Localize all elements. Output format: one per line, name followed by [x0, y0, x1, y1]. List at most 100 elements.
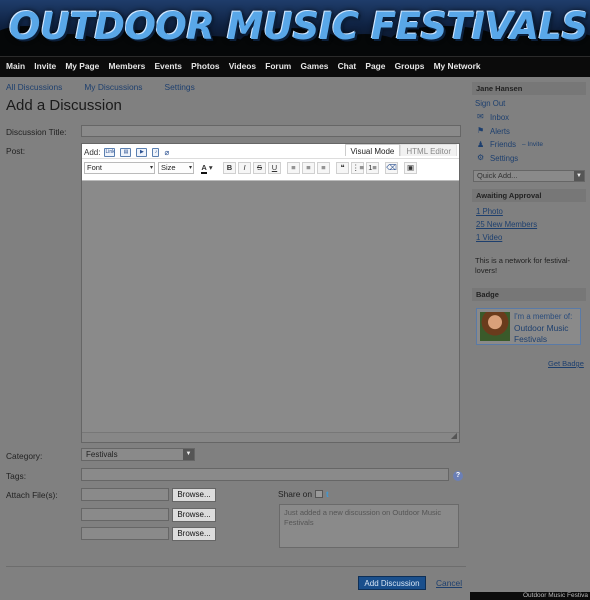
nav-item-groups[interactable]: Groups [395, 57, 425, 76]
sidebar-item-alerts[interactable]: Alerts [490, 127, 510, 136]
site-header: OUTDOOR MUSIC FESTIVALS [0, 0, 590, 56]
remove-format-button[interactable]: ⌫ [385, 161, 398, 174]
badge-network-name: Outdoor Music Festivals [514, 323, 569, 344]
main-navigation: Main Invite My Page Members Events Photos Vide… [0, 56, 590, 77]
quick-add-select[interactable]: Quick Add... ▼ [473, 170, 585, 182]
editor-add-row: Add: Link ▤ ▶ ♪ ⌀ [84, 148, 169, 157]
size-select[interactable]: Size ▾ [158, 161, 194, 174]
add-label: Add: [84, 148, 101, 157]
nav-item-games[interactable]: Games [300, 57, 328, 76]
share-message-textarea[interactable]: Just added a new discussion on Outdoor M… [279, 504, 459, 548]
link-icon[interactable]: Link [104, 148, 116, 157]
sidebar-item-settings[interactable]: Settings [490, 154, 518, 163]
awaiting-approval-heading: Awaiting Approval [472, 189, 586, 202]
blockquote-button[interactable]: ❝ [336, 161, 349, 174]
editor-toolbar: Add: Link ▤ ▶ ♪ ⌀ Visual Mode HTML Edito… [82, 144, 459, 181]
nav-item-main[interactable]: Main [6, 57, 25, 76]
align-center-button[interactable]: ≡ [302, 161, 315, 174]
resize-handle-icon[interactable]: ◢ [451, 431, 457, 440]
discussion-subnav: All Discussions My Discussions Settings [6, 82, 217, 92]
discussion-title-input[interactable] [81, 125, 461, 137]
nav-item-page[interactable]: Page [365, 57, 385, 76]
bullet-list-button[interactable]: ⋮≡ [351, 161, 364, 174]
sidebar: Jane Hansen Sign Out ✉ Inbox ⚑ Alerts ♟ … [470, 77, 590, 600]
tab-html-editor[interactable]: HTML Editor [400, 144, 457, 156]
nav-item-videos[interactable]: Videos [229, 57, 256, 76]
nav-item-invite[interactable]: Invite [34, 57, 56, 76]
format-toolbar: Font ▾ Size ▾ A ▾ B I S U ≡ ≡ ≡ ❝ ⋮≡ 1≡ ⌫ … [82, 158, 459, 176]
editor-text-area[interactable] [82, 181, 459, 434]
avatar [480, 312, 510, 341]
help-icon[interactable]: ? [453, 471, 463, 481]
gear-icon: ⚙ [477, 153, 485, 162]
subnav-all-discussions[interactable]: All Discussions [6, 82, 62, 92]
nav-item-forum[interactable]: Forum [265, 57, 291, 76]
get-badge-link[interactable]: Get Badge [548, 359, 584, 368]
italic-button[interactable]: I [238, 161, 251, 174]
browse-button[interactable]: Browse... [172, 527, 216, 541]
chevron-down-icon: ▼ [574, 171, 584, 181]
sign-out-link[interactable]: Sign Out [475, 99, 505, 108]
nav-item-photos[interactable]: Photos [191, 57, 219, 76]
file-path-field[interactable] [81, 508, 169, 521]
category-select[interactable]: Festivals ▼ [81, 448, 195, 461]
nav-item-my-network[interactable]: My Network [434, 57, 481, 76]
awaiting-video-link[interactable]: 1 Video [476, 233, 502, 242]
tags-input[interactable] [81, 468, 449, 481]
site-logo-title[interactable]: OUTDOOR MUSIC FESTIVALS [9, 5, 588, 48]
inbox-icon: ✉ [477, 112, 484, 121]
member-badge[interactable]: I'm a member of: Outdoor Music Festivals [476, 308, 581, 345]
nav-item-members[interactable]: Members [109, 57, 146, 76]
rich-text-editor: Add: Link ▤ ▶ ♪ ⌀ Visual Mode HTML Edito… [81, 143, 460, 443]
fullscreen-button[interactable]: ▣ [404, 161, 417, 174]
align-left-button[interactable]: ≡ [287, 161, 300, 174]
attach-files-label: Attach File(s): [6, 490, 58, 500]
form-divider [6, 566, 466, 567]
video-icon[interactable]: ▶ [136, 148, 148, 157]
post-label: Post: [6, 146, 26, 156]
browse-button[interactable]: Browse... [172, 488, 216, 502]
add-discussion-button[interactable]: Add Discussion [358, 576, 426, 590]
alerts-icon: ⚑ [477, 126, 485, 135]
strikethrough-button[interactable]: S [253, 161, 266, 174]
share-on-label: Share on [278, 489, 312, 499]
share-on-row: Share on t [278, 489, 329, 499]
numbered-list-button[interactable]: 1≡ [366, 161, 379, 174]
file-path-field[interactable] [81, 488, 169, 501]
sidebar-item-inbox[interactable]: Inbox [490, 113, 509, 122]
editor-statusbar: ◢ [82, 431, 459, 442]
main-content: All Discussions My Discussions Settings … [0, 77, 470, 600]
underline-button[interactable]: U [268, 161, 281, 174]
share-twitter-checkbox[interactable] [315, 490, 323, 498]
subnav-settings[interactable]: Settings [165, 82, 195, 92]
browse-button[interactable]: Browse... [172, 508, 216, 522]
nav-item-my-page[interactable]: My Page [65, 57, 99, 76]
network-description: This is a network for festival-lovers! [475, 256, 571, 275]
sidebar-item-friends[interactable]: Friends [490, 140, 516, 149]
file-path-field[interactable] [81, 527, 169, 540]
music-icon[interactable]: ♪ [152, 148, 160, 157]
bold-button[interactable]: B [223, 161, 236, 174]
footer-strip: Outdoor Music Festiva [470, 592, 590, 600]
editor-mode-tabs: Visual Mode HTML Editor [344, 144, 457, 156]
nav-item-events[interactable]: Events [154, 57, 181, 76]
awaiting-photo-link[interactable]: 1 Photo [476, 207, 503, 216]
awaiting-members-link[interactable]: 25 New Members [476, 220, 537, 229]
friends-icon: ♟ [477, 140, 485, 149]
cancel-link[interactable]: Cancel [436, 578, 462, 588]
twitter-icon: t [326, 489, 329, 499]
tab-visual-mode[interactable]: Visual Mode [344, 144, 401, 156]
subnav-my-discussions[interactable]: My Discussions [84, 82, 142, 92]
badge-member-text: I'm a member of: [514, 312, 573, 321]
image-icon[interactable]: ▤ [120, 148, 132, 157]
nav-item-chat[interactable]: Chat [338, 57, 357, 76]
attachment-icon[interactable]: ⌀ [164, 148, 169, 157]
page-title: Add a Discussion [6, 97, 122, 114]
align-right-button[interactable]: ≡ [317, 161, 330, 174]
invite-friends-link[interactable]: – Invite [522, 141, 543, 148]
text-color-button[interactable]: A ▾ [197, 161, 217, 174]
chevron-down-icon: ▼ [183, 449, 194, 460]
badge-heading: Badge [472, 288, 586, 301]
font-select[interactable]: Font ▾ [84, 161, 155, 174]
discussion-title-label: Discussion Title: [6, 127, 67, 137]
